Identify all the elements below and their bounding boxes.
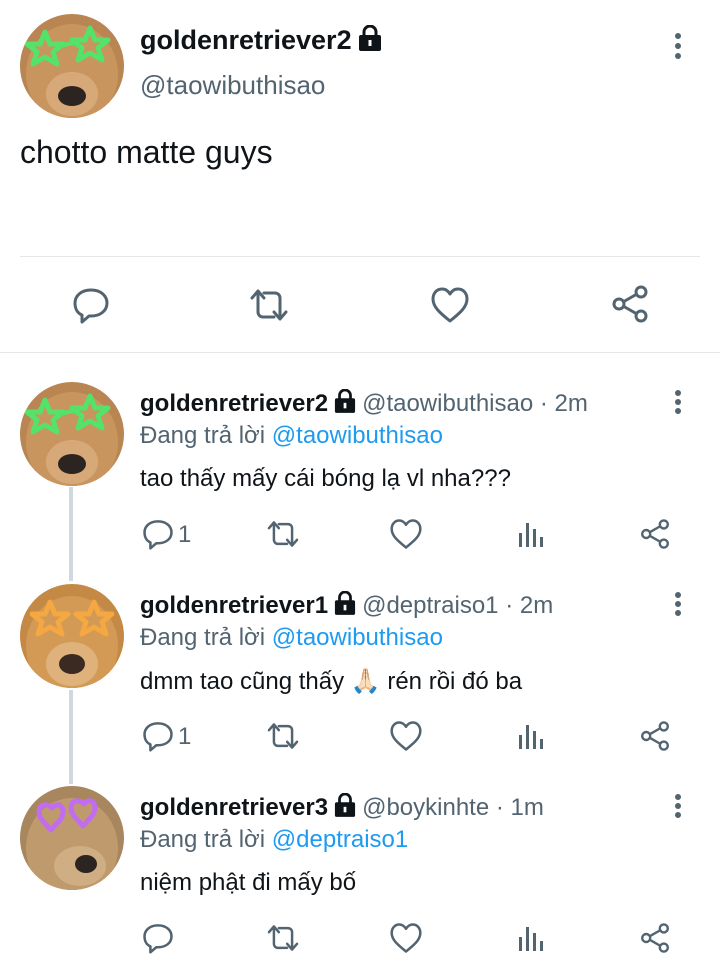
mention-link[interactable]: @taowibuthisao bbox=[272, 422, 443, 449]
lock-icon bbox=[334, 591, 356, 615]
display-name[interactable]: goldenretriever1 @deptraiso1 · 2m bbox=[140, 591, 553, 620]
tweet-text: niệm phật đi mấy bố bbox=[140, 869, 357, 896]
like-icon[interactable] bbox=[389, 518, 423, 550]
more-icon[interactable] bbox=[668, 790, 688, 826]
handle[interactable]: @boykinhte bbox=[362, 794, 489, 821]
display-name[interactable]: goldenretriever2 @taowibuthisao · 2m bbox=[140, 389, 588, 418]
replying-to: Đang trả lời @deptraiso1 bbox=[140, 826, 408, 854]
more-icon[interactable] bbox=[668, 28, 688, 64]
mention-link[interactable]: @deptraiso1 bbox=[272, 826, 408, 853]
reply-icon[interactable] bbox=[142, 922, 174, 954]
retweet-icon[interactable] bbox=[264, 518, 302, 550]
share-icon[interactable] bbox=[639, 518, 671, 550]
like-icon[interactable] bbox=[430, 286, 470, 324]
tweet-text: chotto matte guys bbox=[20, 134, 273, 170]
lock-icon bbox=[358, 25, 381, 51]
tweet-text: tao thấy mấy cái bóng lạ vl nha??? bbox=[140, 465, 511, 492]
replying-to: Đang trả lời @taowibuthisao bbox=[140, 624, 443, 652]
replying-prefix: Đang trả lời bbox=[140, 826, 272, 853]
thread-line bbox=[69, 690, 73, 784]
more-icon[interactable] bbox=[668, 588, 688, 624]
tweet-text: dmm tao cũng thấy 🙏🏻 rén rồi đó ba bbox=[140, 667, 522, 696]
replying-to: Đang trả lời @taowibuthisao bbox=[140, 422, 443, 450]
reply-icon[interactable] bbox=[142, 720, 174, 752]
share-icon[interactable] bbox=[610, 284, 650, 324]
avatar[interactable] bbox=[20, 14, 124, 118]
handle[interactable]: @taowibuthisao bbox=[362, 390, 533, 417]
handle[interactable]: @deptraiso1 bbox=[362, 592, 498, 619]
tweet-text-part: dmm tao cũng thấy bbox=[140, 668, 351, 695]
avatar[interactable] bbox=[20, 584, 124, 688]
reply-icon[interactable] bbox=[142, 518, 174, 550]
avatar[interactable] bbox=[20, 786, 124, 890]
display-name[interactable]: goldenretriever2 bbox=[140, 25, 382, 56]
timestamp: · 1m bbox=[495, 794, 544, 821]
reply-count: 1 bbox=[178, 521, 192, 548]
reply-count: 1 bbox=[178, 723, 192, 750]
divider bbox=[20, 256, 700, 257]
handle[interactable]: @taowibuthisao bbox=[140, 70, 325, 101]
replying-prefix: Đang trả lời bbox=[140, 624, 272, 651]
timestamp: · 2m bbox=[539, 390, 588, 417]
share-icon[interactable] bbox=[639, 922, 671, 954]
display-name-text: goldenretriever1 bbox=[140, 592, 329, 619]
avatar[interactable] bbox=[20, 382, 124, 486]
display-name-text: goldenretriever3 bbox=[140, 794, 329, 821]
tweet-text-part: rén rồi đó ba bbox=[380, 668, 523, 695]
display-name[interactable]: goldenretriever3 @boykinhte · 1m bbox=[140, 793, 544, 822]
lock-icon bbox=[334, 793, 356, 817]
replying-prefix: Đang trả lời bbox=[140, 422, 272, 449]
timestamp: · 2m bbox=[505, 592, 554, 619]
analytics-icon[interactable] bbox=[517, 923, 545, 953]
mention-link[interactable]: @taowibuthisao bbox=[272, 624, 443, 651]
retweet-icon[interactable] bbox=[264, 922, 302, 954]
divider bbox=[0, 352, 720, 353]
like-icon[interactable] bbox=[389, 720, 423, 752]
lock-icon bbox=[334, 389, 356, 413]
display-name-text: goldenretriever2 bbox=[140, 25, 352, 55]
display-name-text: goldenretriever2 bbox=[140, 390, 329, 417]
retweet-icon[interactable] bbox=[246, 286, 292, 324]
analytics-icon[interactable] bbox=[517, 721, 545, 751]
share-icon[interactable] bbox=[639, 720, 671, 752]
analytics-icon[interactable] bbox=[517, 519, 545, 549]
retweet-icon[interactable] bbox=[264, 720, 302, 752]
reply-icon[interactable] bbox=[72, 286, 110, 324]
thread-line bbox=[69, 487, 73, 581]
main-tweet: goldenretriever2 @taowibuthisao chotto m… bbox=[0, 0, 720, 352]
more-icon[interactable] bbox=[668, 386, 688, 422]
folded-hands-icon: 🙏🏻 bbox=[350, 668, 381, 695]
like-icon[interactable] bbox=[389, 922, 423, 954]
